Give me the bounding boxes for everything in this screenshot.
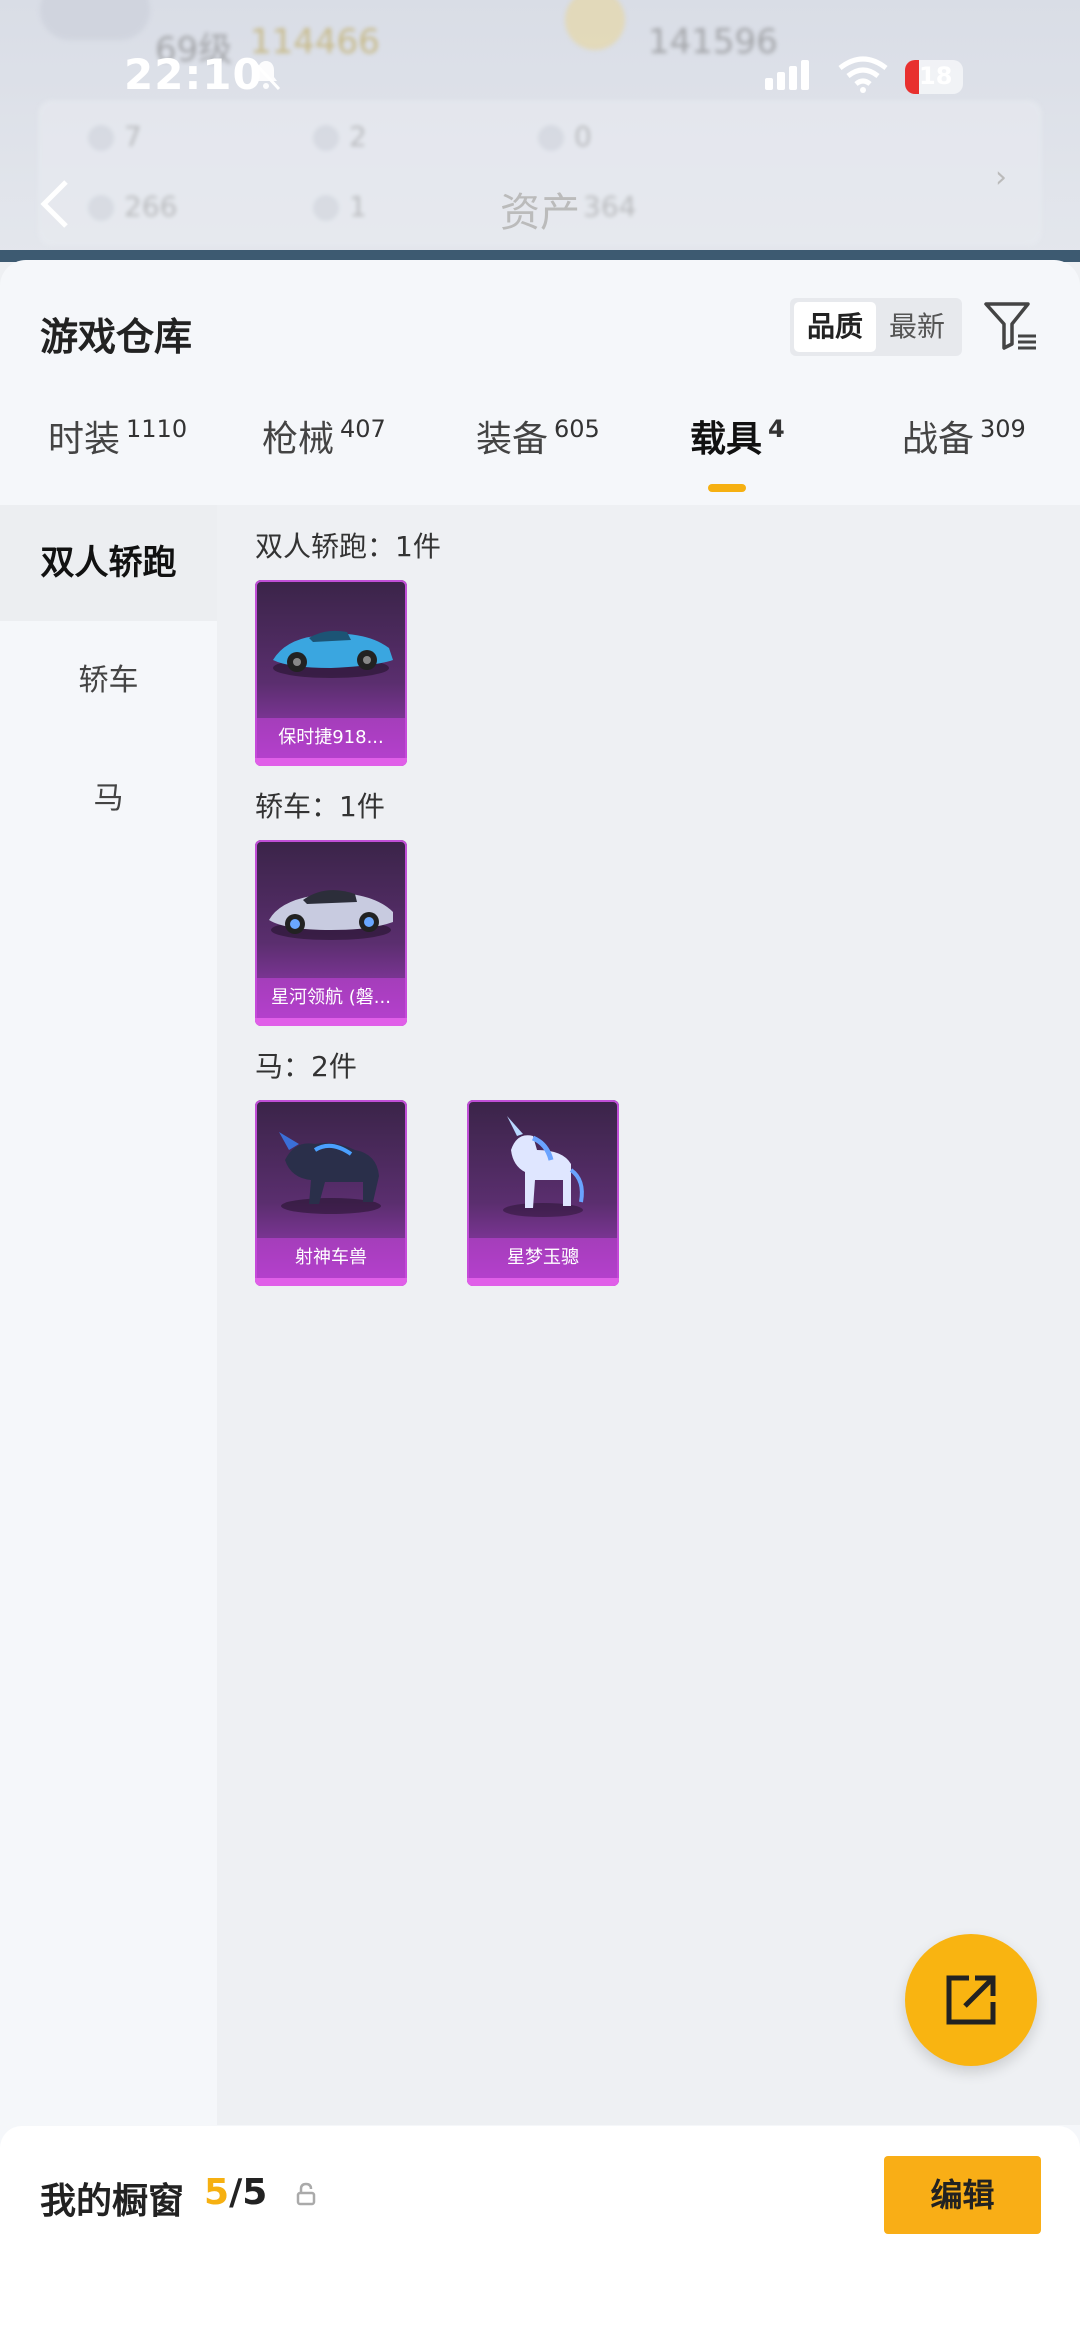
tab-fashion[interactable]: 时装 1110	[48, 410, 187, 462]
tab-equipment[interactable]: 装备 605	[476, 410, 600, 462]
filter-icon[interactable]	[982, 300, 1040, 354]
sort-quality-button[interactable]: 品质	[794, 302, 876, 352]
item-name: 射神车兽	[255, 1238, 407, 1278]
lock-icon	[296, 2182, 316, 2206]
sort-toggle: 品质 最新	[790, 298, 962, 356]
status-time: 22:10	[124, 50, 263, 99]
assets-label: 资产	[500, 190, 580, 236]
showcase-bar: 我的橱窗 5/5 编辑	[0, 2126, 1080, 2347]
back-arrow-icon[interactable]	[38, 178, 72, 230]
showcase-count: 5/5	[204, 2172, 268, 2213]
tab-firearms[interactable]: 枪械 407	[262, 410, 386, 462]
beast-mount-image	[279, 1132, 381, 1214]
item-card[interactable]: 射神车兽	[255, 1100, 407, 1286]
section-title: 双人轿跑：1件	[255, 530, 441, 563]
active-tab-indicator	[708, 484, 746, 492]
sheet-title: 游戏仓库	[40, 315, 193, 359]
rank-badge	[565, 0, 625, 50]
item-name: 保时捷918...	[255, 718, 407, 758]
item-card[interactable]: 保时捷918...	[255, 580, 407, 766]
rank-emblem	[40, 0, 150, 40]
showcase-label: 我的橱窗	[40, 2181, 185, 2222]
stat-item: 266	[88, 190, 177, 223]
edit-button[interactable]: 编辑	[884, 2156, 1041, 2234]
sidebar-item-sedan[interactable]: 轿车	[0, 623, 217, 739]
section-title: 轿车：1件	[255, 790, 385, 823]
stat-item: 7	[88, 120, 142, 153]
share-icon	[946, 1975, 996, 2025]
sports-car-image	[273, 630, 393, 678]
chevron-right-icon: ›	[995, 160, 1007, 195]
item-name: 星梦玉骢	[467, 1238, 619, 1278]
section-title: 马：2件	[255, 1050, 357, 1083]
sidebar-item-horse[interactable]: 马	[0, 741, 217, 857]
signal-icon	[765, 60, 813, 94]
stat-item: 1	[313, 190, 367, 223]
stat-item: 0	[538, 120, 592, 153]
background-header: 69级 114466 141596 7 2 0 266 1 364 22:10 …	[0, 0, 1080, 262]
assets-value: 364	[583, 190, 637, 223]
coin-count: 114466	[250, 22, 380, 62]
share-button[interactable]	[905, 1934, 1037, 2066]
sidebar-item-coupe[interactable]: 双人轿跑	[0, 505, 217, 621]
tab-supplies[interactable]: 战备 309	[902, 410, 1026, 462]
item-card[interactable]: 星梦玉骢	[467, 1100, 619, 1286]
vehicle-list: 双人轿跑：1件 保时捷918... 轿车：1件 星河领航 (磐... 马：2件 …	[217, 505, 1080, 2125]
tab-vehicles[interactable]: 载具 4	[690, 410, 785, 462]
item-name: 星河领航 (磐...	[255, 978, 407, 1018]
wifi-icon	[838, 56, 888, 93]
sedan-image	[269, 890, 393, 940]
sort-newest-button[interactable]: 最新	[876, 302, 958, 352]
stat-item: 2	[313, 120, 367, 153]
bell-muted-icon	[251, 59, 281, 91]
battery-level: 18	[919, 62, 953, 90]
subcategory-sidebar: 双人轿跑 轿车 马	[0, 505, 217, 2125]
battery-icon: 18	[905, 60, 963, 94]
rank-score: 141596	[648, 22, 778, 62]
category-tabs: 时装 1110 枪械 407 装备 605 载具 4 战备 309	[0, 410, 1080, 505]
item-card[interactable]: 星河领航 (磐...	[255, 840, 407, 1026]
unicorn-mount-image	[503, 1116, 584, 1217]
